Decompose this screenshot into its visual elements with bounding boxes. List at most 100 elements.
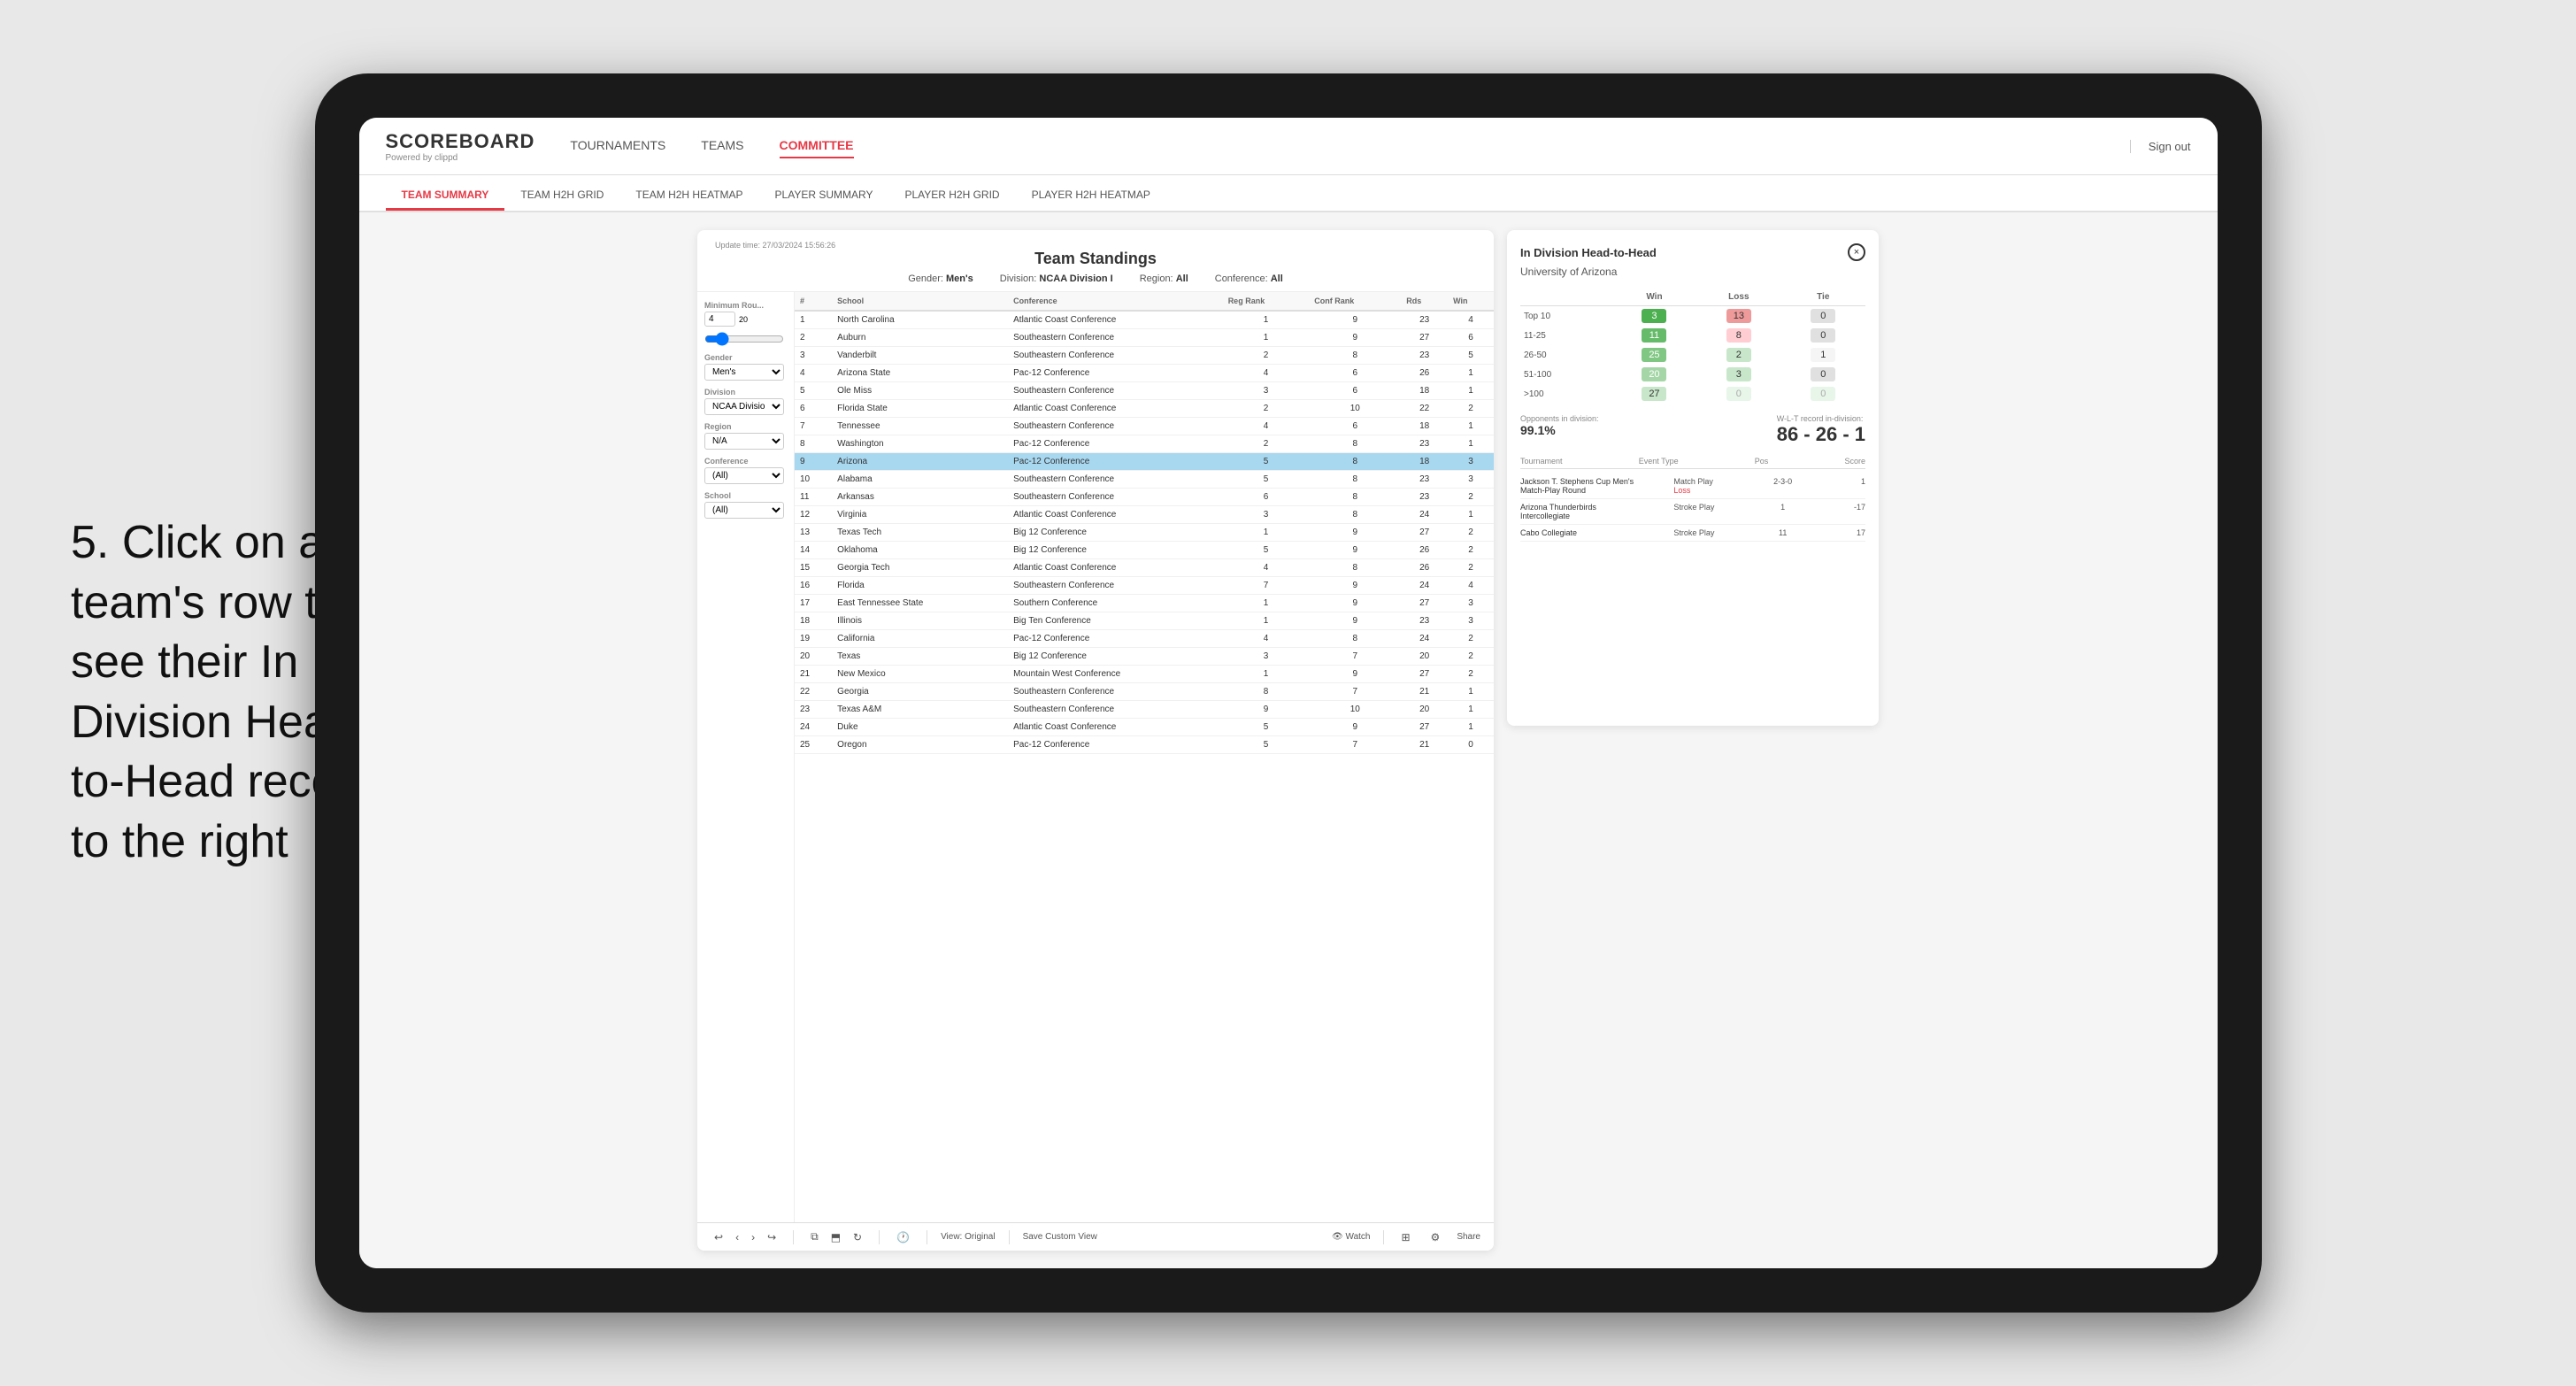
h2h-table: Win Loss Tie Top 10 3 13 0 1 [1520,289,1865,404]
filter-gender-group: Gender Men's Women's [704,353,787,381]
h2h-col-win: Win [1612,289,1696,306]
toolbar-divider-2 [879,1230,880,1244]
table-row[interactable]: 14 Oklahoma Big 12 Conference 5 9 26 2 [795,542,1494,559]
toolbar-divider-1 [793,1230,794,1244]
table-row[interactable]: 16 Florida Southeastern Conference 7 9 2… [795,577,1494,595]
table-row[interactable]: 11 Arkansas Southeastern Conference 6 8 … [795,489,1494,506]
table-row[interactable]: 9 Arizona Pac-12 Conference 5 8 18 3 [795,453,1494,471]
tournament-row-1: Jackson T. Stephens Cup Men's Match-Play… [1520,474,1865,499]
table-row[interactable]: 24 Duke Atlantic Coast Conference 5 9 27… [795,719,1494,736]
subnav-player-h2h-heatmap[interactable]: PLAYER H2H HEATMAP [1016,181,1166,211]
toolbar-copy: ⧉ ⬒ ↻ [807,1228,865,1245]
nav-committee[interactable]: COMMITTEE [780,134,854,158]
subnav-team-summary[interactable]: TEAM SUMMARY [386,181,505,211]
school-select[interactable]: (All) [704,502,784,519]
table-row[interactable]: 13 Texas Tech Big 12 Conference 1 9 27 2 [795,524,1494,542]
conference-select[interactable]: (All) [704,467,784,484]
filter-school-group: School (All) [704,491,787,519]
tablet-frame: SCOREBOARD Powered by clippd TOURNAMENTS… [315,73,2262,1313]
filter-min-rounds: Minimum Rou... 20 [704,301,787,346]
table-row[interactable]: 12 Virginia Atlantic Coast Conference 3 … [795,506,1494,524]
table-row[interactable]: 23 Texas A&M Southeastern Conference 9 1… [795,701,1494,719]
subnav-player-h2h-grid[interactable]: PLAYER H2H GRID [888,181,1015,211]
subnav-player-summary[interactable]: PLAYER SUMMARY [759,181,889,211]
table-row[interactable]: 5 Ole Miss Southeastern Conference 3 6 1… [795,382,1494,400]
col-rank: # [795,292,832,311]
table-row[interactable]: 20 Texas Big 12 Conference 3 7 20 2 [795,648,1494,666]
h2h-header-row: Win Loss Tie [1520,289,1865,306]
undo-btn[interactable]: ↩ [711,1229,727,1245]
tournament-row-3: Cabo Collegiate Stroke Play 11 17 [1520,525,1865,542]
tournament-table-header: Tournament Event Type Pos Score [1520,457,1865,469]
col-win: Win [1448,292,1494,311]
h2h-team-name: University of Arizona [1520,266,1865,278]
min-rounds-slider[interactable] [704,332,784,346]
subnav-team-h2h-grid[interactable]: TEAM H2H GRID [504,181,619,211]
card-title: Team Standings [715,250,1476,268]
h2h-opponents: Opponents in division: 99.1% [1520,414,1599,446]
table-row[interactable]: 8 Washington Pac-12 Conference 2 8 23 1 [795,435,1494,453]
filter-region-group: Region N/A All [704,422,787,450]
table-row[interactable]: 25 Oregon Pac-12 Conference 5 7 21 0 [795,736,1494,754]
nav-teams[interactable]: TEAMS [701,134,743,158]
table-row[interactable]: 2 Auburn Southeastern Conference 1 9 27 … [795,329,1494,347]
table-row[interactable]: 17 East Tennessee State Southern Confere… [795,595,1494,612]
redo-btn[interactable]: ↪ [764,1229,780,1245]
filter-row: Gender: Men's Division: NCAA Division I … [715,273,1476,284]
grid-btn[interactable]: ⊞ [1397,1229,1413,1245]
table-row[interactable]: 21 New Mexico Mountain West Conference 1… [795,666,1494,683]
filter-conference-group: Conference (All) [704,457,787,484]
col-rds: Rds [1401,292,1448,311]
filter-gender: Gender: Men's [908,273,973,284]
table-row[interactable]: 15 Georgia Tech Atlantic Coast Conferenc… [795,559,1494,577]
col-conf-rank: Conf Rank [1309,292,1401,311]
table-row[interactable]: 18 Illinois Big Ten Conference 1 9 23 3 [795,612,1494,630]
gender-select[interactable]: Men's Women's [704,364,784,381]
toolbar-divider-4 [1009,1230,1010,1244]
nav-tournaments[interactable]: TOURNAMENTS [570,134,665,158]
col-reg-rank: Reg Rank [1223,292,1310,311]
sign-out-btn[interactable]: Sign out [2130,140,2191,153]
card-header: Update time: 27/03/2024 15:56:26 Team St… [697,230,1494,292]
refresh-btn[interactable]: ↻ [850,1229,865,1245]
division-select[interactable]: NCAA Division I NCAA Division II NCAA Di… [704,398,784,415]
tournament-row-2: Arizona Thunderbirds Intercollegiate Str… [1520,499,1865,525]
table-row[interactable]: 19 California Pac-12 Conference 4 8 24 2 [795,630,1494,648]
logo-sub: Powered by clippd [386,153,535,163]
region-select[interactable]: N/A All [704,433,784,450]
table-row[interactable]: 1 North Carolina Atlantic Coast Conferen… [795,311,1494,329]
h2h-row-top10: Top 10 3 13 0 [1520,306,1865,327]
bottom-toolbar: ↩ ‹ › ↪ ⧉ ⬒ ↻ 🕐 View: Original [697,1222,1494,1251]
min-rounds-input[interactable] [704,312,735,327]
share-label[interactable]: Share [1457,1232,1480,1242]
h2h-record-value: 86 - 26 - 1 [1777,423,1865,446]
tablet-screen: SCOREBOARD Powered by clippd TOURNAMENTS… [359,118,2218,1268]
table-row[interactable]: 7 Tennessee Southeastern Conference 4 6 … [795,418,1494,435]
filter-division-group: Division NCAA Division I NCAA Division I… [704,388,787,415]
h2h-col-range [1520,289,1612,306]
table-row[interactable]: 22 Georgia Southeastern Conference 8 7 2… [795,683,1494,701]
subnav-team-h2h-heatmap[interactable]: TEAM H2H HEATMAP [619,181,758,211]
view-original-label[interactable]: View: Original [941,1232,996,1242]
watch-label[interactable]: 👁 Watch [1332,1232,1370,1242]
h2h-row-11-25: 11-25 11 8 0 [1520,326,1865,345]
prev-btn[interactable]: ‹ [732,1229,742,1245]
table-row[interactable]: 10 Alabama Southeastern Conference 5 8 2… [795,471,1494,489]
main-content: Update time: 27/03/2024 15:56:26 Team St… [359,212,2218,1268]
paste-btn[interactable]: ⬒ [827,1229,844,1245]
settings-btn[interactable]: ⚙ [1427,1229,1444,1245]
table-row[interactable]: 6 Florida State Atlantic Coast Conferenc… [795,400,1494,418]
logo-text: SCOREBOARD [386,130,535,153]
h2h-close-btn[interactable]: × [1848,243,1865,261]
standings-card: Update time: 27/03/2024 15:56:26 Team St… [697,230,1494,1251]
next-btn[interactable]: › [748,1229,758,1245]
table-row[interactable]: 4 Arizona State Pac-12 Conference 4 6 26… [795,365,1494,382]
save-custom-label[interactable]: Save Custom View [1023,1232,1097,1242]
copy-btn[interactable]: ⧉ [807,1228,822,1245]
clock-btn[interactable]: 🕐 [893,1229,913,1245]
sidebar-filters: Minimum Rou... 20 Gender Men's Wom [697,292,795,1222]
table-row[interactable]: 3 Vanderbilt Southeastern Conference 2 8… [795,347,1494,365]
h2h-row-gt100: >100 27 0 0 [1520,384,1865,404]
filter-conference: Conference: All [1215,273,1283,284]
col-conference: Conference [1008,292,1223,311]
